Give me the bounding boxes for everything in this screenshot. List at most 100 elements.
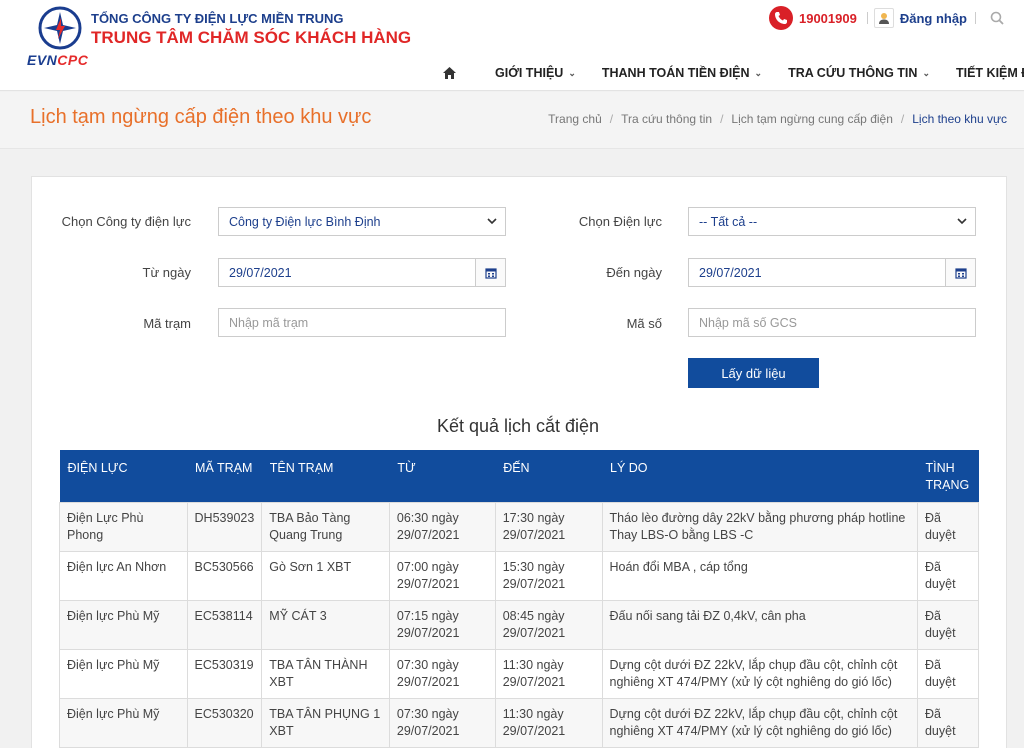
- table-cell: Điện lực Phù Mỹ: [59, 648, 188, 699]
- column-header: LÝ DO: [602, 450, 918, 502]
- chevron-down-icon: ⌄: [922, 67, 930, 78]
- table-cell: Đã duyệt: [916, 501, 980, 552]
- nav-item-saving[interactable]: TIẾT KIỆM ĐIỆN: [956, 66, 1024, 80]
- table-cell: TBA TÂN PHỤNG 1 XBT: [261, 697, 390, 748]
- divider: [975, 12, 976, 24]
- company-name: TỔNG CÔNG TY ĐIỆN LỰC MIỀN TRUNG: [91, 11, 344, 26]
- phone-icon[interactable]: [768, 6, 793, 30]
- table-cell: Điện lực Phù Mỹ: [59, 599, 188, 650]
- from-date-value: 29/07/2021: [229, 265, 292, 280]
- table-cell: 11:30 ngày 29/07/2021: [494, 697, 603, 748]
- station-code-label: Mã trạm: [143, 316, 191, 331]
- table-cell: 08:45 ngày 29/07/2021: [494, 599, 603, 650]
- table-cell: 07:30 ngày 29/07/2021: [388, 648, 496, 699]
- table-cell: 06:30 ngày 29/07/2021: [388, 501, 496, 552]
- table-cell: EC530320: [186, 697, 263, 748]
- gcs-code-input[interactable]: Nhập mã số GCS: [688, 308, 976, 337]
- chevron-down-icon: ⌄: [754, 67, 763, 78]
- table-cell: 11:30 ngày 29/07/2021: [494, 648, 603, 699]
- logo-evn: EVN: [27, 52, 58, 68]
- table-cell: 07:15 ngày 29/07/2021: [388, 599, 496, 650]
- to-date-label: Đến ngày: [606, 265, 662, 280]
- company-label: Chọn Công ty điện lực: [61, 214, 191, 229]
- table-row: Điện Lực Phù Phong DH539023 TBA Bảo Tàng…: [59, 501, 980, 552]
- user-icon[interactable]: [873, 8, 894, 28]
- table-cell: 17:30 ngày 29/07/2021: [494, 501, 603, 552]
- to-date-field[interactable]: 29/07/2021: [688, 258, 976, 287]
- breadcrumb-home[interactable]: Trang chủ: [548, 112, 602, 126]
- table-header-row: ĐIỆN LỰC MÃ TRẠM TÊN TRẠM TỪ ĐẾN LÝ DO T…: [59, 450, 979, 502]
- table-row: Điện lực Phù Mỹ EC530319 TBA TÂN THÀNH X…: [59, 648, 980, 699]
- hotline-number[interactable]: 19001909: [799, 11, 857, 26]
- gcs-code-placeholder: Nhập mã số GCS: [699, 315, 797, 330]
- nav-item-introduction[interactable]: GIỚI THIỆU ⌄: [495, 66, 576, 80]
- logo-wordmark: EVNCPC: [27, 52, 88, 68]
- table-cell: EC538114: [186, 599, 263, 650]
- page-title-bar: Lịch tạm ngừng cấp điện theo khu vực Tra…: [0, 92, 1024, 149]
- chevron-down-icon: ⌄: [568, 67, 576, 78]
- fetch-data-button[interactable]: Lấy dữ liệu: [688, 358, 819, 388]
- calendar-icon: [954, 267, 967, 279]
- table-cell: Đã duyệt: [916, 550, 980, 601]
- from-date-field[interactable]: 29/07/2021: [218, 258, 506, 287]
- column-header: MÃ TRẠM: [187, 450, 262, 502]
- gcs-code-label: Mã số: [626, 316, 662, 331]
- station-code-input[interactable]: Nhập mã trạm: [218, 308, 506, 337]
- calendar-icon: [484, 267, 497, 279]
- breadcrumb-separator: /: [720, 112, 724, 126]
- breadcrumb-separator: /: [900, 112, 905, 126]
- branch-select-value: -- Tất cả --: [699, 214, 758, 229]
- from-date-label: Từ ngày: [142, 265, 191, 280]
- table-cell: 07:30 ngày 29/07/2021: [388, 697, 496, 748]
- breadcrumb-current: Lịch theo khu vực: [912, 112, 1007, 126]
- table-cell: Gò Sơn 1 XBT: [261, 550, 390, 601]
- table-cell: Đấu nối sang tải ĐZ 0,4kV, cân pha: [601, 599, 918, 650]
- divider: [866, 12, 868, 24]
- company-select[interactable]: Công ty Điện lực Bình Định: [218, 207, 506, 236]
- column-header: TÌNH TRẠNG: [917, 450, 979, 502]
- nav-item-lookup[interactable]: TRA CỨU THÔNG TIN ⌄: [788, 66, 930, 80]
- table-cell: BC530566: [186, 550, 263, 601]
- table-cell: 07:00 ngày 29/07/2021: [388, 550, 496, 601]
- table-cell: Điện lực Phù Mỹ: [59, 697, 188, 748]
- results-title: Kết quả lịch cắt điện: [436, 416, 600, 436]
- nav-label: THANH TOÁN TIỀN ĐIỆN: [601, 66, 750, 80]
- login-link[interactable]: Đăng nhập: [900, 11, 967, 26]
- table-cell: MỸ CÁT 3: [261, 599, 390, 650]
- column-header: ĐẾN: [495, 450, 602, 502]
- table-cell: Dựng cột dưới ĐZ 22kV, lắp chụp đầu cột,…: [601, 697, 918, 748]
- table-cell: Điện lực An Nhơn: [59, 550, 188, 601]
- breadcrumb-lookup[interactable]: Tra cứu thông tin: [621, 112, 712, 126]
- page-title: Lịch tạm ngừng cấp điện theo khu vực: [30, 106, 372, 128]
- calendar-button[interactable]: [945, 259, 975, 286]
- calendar-button[interactable]: [475, 259, 505, 286]
- site-header: EVNCPC TỔNG CÔNG TY ĐIỆN LỰC MIỀN TRUNG …: [0, 0, 1024, 91]
- top-utility-bar: 19001909 Đăng nhập: [768, 6, 1004, 30]
- station-code-placeholder: Nhập mã trạm: [229, 315, 309, 330]
- company-select-value: Công ty Điện lực Bình Định: [229, 214, 381, 229]
- branch-select[interactable]: -- Tất cả --: [688, 207, 976, 236]
- column-header: ĐIỆN LỰC: [59, 450, 188, 502]
- nav-item-payment[interactable]: THANH TOÁN TIỀN ĐIỆN ⌄: [602, 66, 762, 80]
- breadcrumb: Trang chủ / Tra cứu thông tin / Lịch tạm…: [548, 112, 1007, 126]
- table-cell: Điện Lực Phù Phong: [59, 501, 188, 552]
- home-icon[interactable]: [442, 66, 457, 80]
- table-cell: EC530319: [186, 648, 263, 699]
- table-cell: Đã duyệt: [916, 697, 980, 748]
- nav-label: GIỚI THIỆU: [495, 66, 564, 80]
- outage-table: ĐIỆN LỰC MÃ TRẠM TÊN TRẠM TỪ ĐẾN LÝ DO T…: [59, 450, 980, 748]
- table-cell: DH539023: [186, 501, 263, 552]
- table-cell: Đã duyệt: [916, 599, 980, 650]
- table-cell: 15:30 ngày 29/07/2021: [494, 550, 603, 601]
- table-cell: TBA TÂN THÀNH XBT: [261, 648, 390, 699]
- evn-logo-icon[interactable]: [38, 6, 82, 50]
- search-icon[interactable]: [990, 11, 1004, 25]
- breadcrumb-outage-schedule[interactable]: Lịch tạm ngừng cung cấp điện: [731, 112, 892, 126]
- breadcrumb-separator: /: [609, 112, 614, 126]
- branch-label: Chọn Điện lực: [578, 214, 662, 229]
- nav-label: TRA CỨU THÔNG TIN: [788, 66, 918, 80]
- table-cell: Tháo lèo đường dây 22kV bằng phương pháp…: [601, 501, 918, 552]
- table-cell: Đã duyệt: [916, 648, 980, 699]
- table-row: Điện lực Phù Mỹ EC538114 MỸ CÁT 3 07:15 …: [59, 599, 980, 650]
- to-date-value: 29/07/2021: [699, 265, 762, 280]
